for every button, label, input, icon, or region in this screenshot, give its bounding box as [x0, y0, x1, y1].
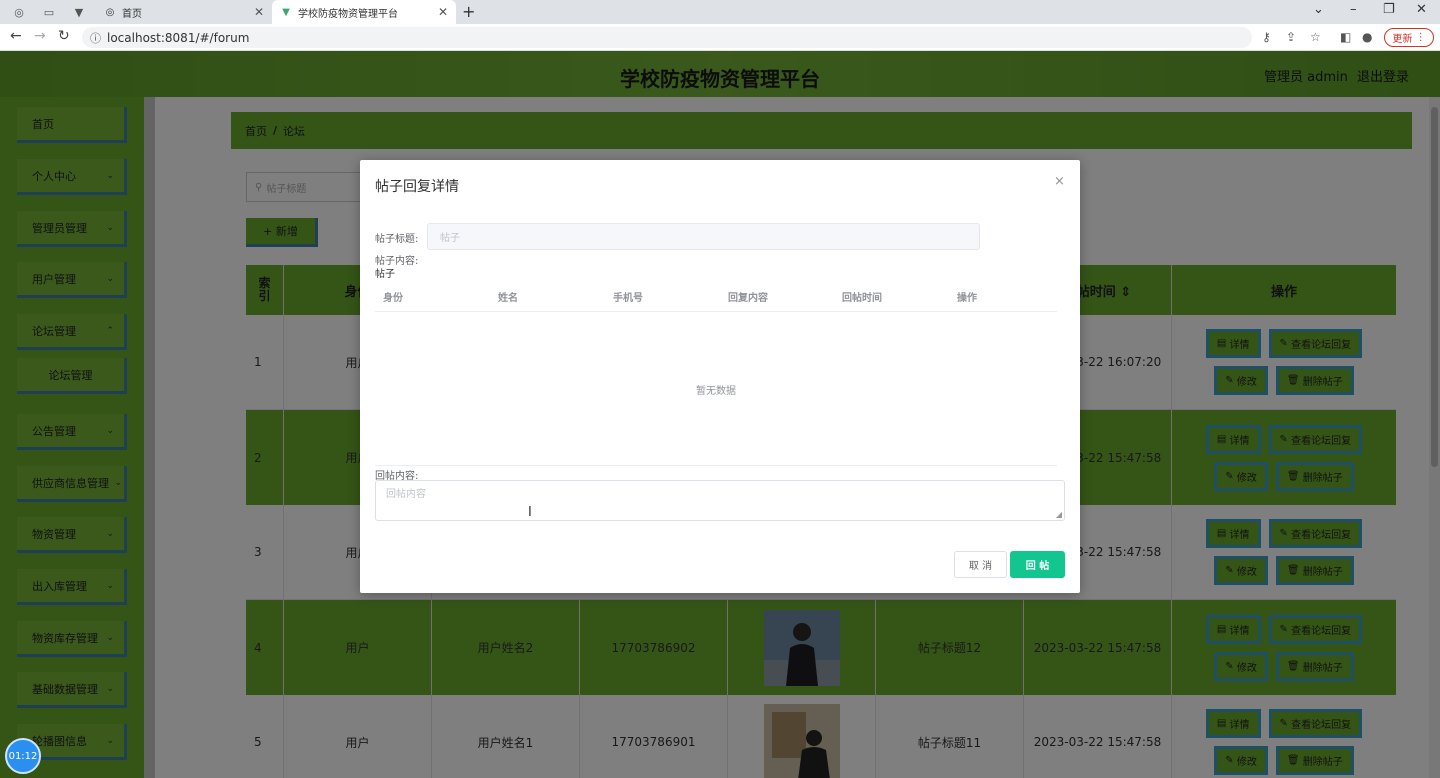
- reply-header-content: 回复内容: [728, 293, 768, 304]
- globe-icon[interactable]: ◎: [8, 4, 30, 20]
- back-arrow-icon[interactable]: ←: [10, 28, 22, 44]
- post-title-label: 帖子标题:: [375, 234, 419, 245]
- reply-detail-dialog: 帖子回复详情 × 帖子标题: 帖子 帖子内容: 帖子 身份 姓名 手机号 回复内…: [360, 160, 1080, 593]
- submit-reply-button[interactable]: 回 帖: [1010, 551, 1065, 578]
- update-button[interactable]: 更新 ⋮: [1384, 28, 1434, 47]
- chevron-down-icon[interactable]: ⌄: [1313, 2, 1324, 17]
- url-text: localhost:8081/#/forum: [107, 30, 250, 45]
- reply-content-textarea[interactable]: 回帖内容 ◢: [375, 480, 1065, 521]
- post-title-placeholder: 帖子: [440, 233, 460, 244]
- browser-tab-home[interactable]: ◎ 首页 ✕: [96, 0, 272, 24]
- key-icon[interactable]: ⚷: [1262, 30, 1271, 44]
- forward-arrow-icon[interactable]: →: [34, 28, 46, 44]
- minimize-icon[interactable]: –: [1350, 2, 1357, 17]
- address-bar: ← → ↻ ⓘ localhost:8081/#/forum ⚷ ⇪ ☆ ◧ ●: [0, 24, 1440, 51]
- browser-tab-bar: ◎ ▭ ▼ ◎ 首页 ✕ ▼ 学校防疫物资管理平台 ✕ + ⌄ – ❐ ✕: [0, 0, 1440, 24]
- reply-header-actions: 操作: [957, 293, 977, 304]
- vue-logo-icon: ▼: [282, 6, 290, 18]
- close-icon[interactable]: ✕: [438, 5, 448, 19]
- blank-page-icon[interactable]: ▭: [38, 4, 60, 20]
- reply-header-name: 姓名: [498, 293, 518, 304]
- reply-table: 身份 姓名 手机号 回复内容 回帖时间 操作 暂无数据: [375, 282, 1057, 466]
- url-field[interactable]: ⓘ localhost:8081/#/forum: [82, 27, 1252, 48]
- globe-icon: ◎: [105, 6, 115, 18]
- reply-placeholder: 回帖内容: [386, 489, 426, 500]
- empty-state: 暂无数据: [696, 386, 736, 397]
- reload-icon[interactable]: ↻: [58, 28, 70, 44]
- tab-title: 首页: [122, 8, 142, 20]
- post-content-value: 帖子: [375, 269, 395, 280]
- star-icon[interactable]: ☆: [1310, 30, 1321, 44]
- window-close-icon[interactable]: ✕: [1416, 2, 1427, 17]
- dialog-title: 帖子回复详情: [375, 179, 459, 195]
- browser-tab-platform[interactable]: ▼ 学校防疫物资管理平台 ✕: [272, 0, 456, 24]
- update-label: 更新: [1392, 34, 1413, 45]
- share-icon[interactable]: ⇪: [1286, 30, 1296, 44]
- resize-handle-icon[interactable]: ◢: [1056, 510, 1062, 519]
- info-icon[interactable]: ⓘ: [90, 30, 101, 46]
- cancel-button[interactable]: 取 消: [954, 551, 1007, 578]
- vue-logo-icon[interactable]: ▼: [68, 4, 90, 20]
- post-title-field: 帖子: [427, 223, 980, 250]
- reply-header-time: 回帖时间: [842, 293, 882, 304]
- text-cursor-icon: I: [528, 505, 532, 520]
- close-icon[interactable]: ×: [1054, 174, 1065, 189]
- close-icon[interactable]: ✕: [254, 5, 264, 19]
- reply-header-phone: 手机号: [613, 293, 643, 304]
- recording-timer[interactable]: 01:12: [5, 738, 41, 774]
- new-tab-button[interactable]: +: [462, 2, 475, 21]
- tab-title: 学校防疫物资管理平台: [298, 8, 398, 20]
- sidepanel-icon[interactable]: ◧: [1340, 30, 1351, 44]
- profile-icon[interactable]: ●: [1362, 30, 1372, 44]
- reply-table-header: 身份 姓名 手机号 回复内容 回帖时间 操作: [375, 282, 1057, 312]
- restore-icon[interactable]: ❐: [1383, 2, 1395, 17]
- reply-header-identity: 身份: [383, 293, 403, 304]
